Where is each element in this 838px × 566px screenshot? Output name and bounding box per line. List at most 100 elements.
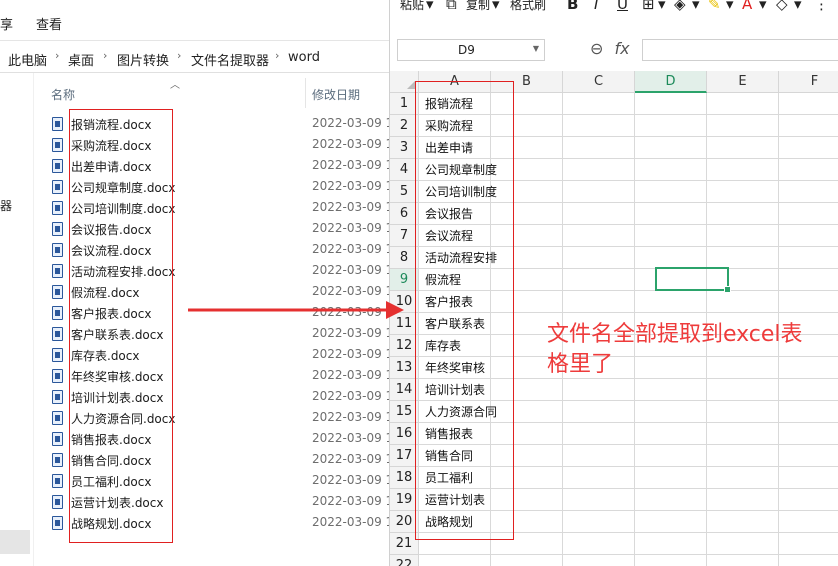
border-icon[interactable]: ⊞ [642,0,655,13]
column-header-e[interactable]: E [707,71,779,93]
paste-button[interactable]: 粘贴 [400,0,424,13]
breadcrumb-item-desktop[interactable]: 桌面 [68,50,94,69]
word-document-icon [52,180,63,194]
file-modified-date: 2022-03-09 1 [312,368,390,382]
breadcrumb-item-filename-extractor[interactable]: 文件名提取器 [191,50,269,69]
file-modified-date: 2022-03-09 1 [312,473,390,487]
chevron-right-icon: › [103,49,108,62]
column-header-c[interactable]: C [563,71,635,93]
file-modified-date: 2022-03-09 1 [312,431,390,445]
font-color-icon[interactable]: A [742,0,752,13]
file-modified-date: 2022-03-09 1 [312,179,390,193]
chevron-right-icon: › [275,49,280,62]
format-painter-button[interactable]: 格式刷 [510,0,546,13]
word-document-icon [52,348,63,362]
word-document-icon [52,390,63,404]
highlight-color-icon[interactable]: ✎ [708,0,721,13]
file-modified-date: 2022-03-09 1 [312,410,390,424]
copy-button[interactable]: 复制 [466,0,490,13]
file-modified-date: 2022-03-09 1 [312,242,390,256]
chevron-down-icon[interactable]: ▾ [692,0,700,13]
chevron-down-icon[interactable]: ▾ [426,0,434,13]
eraser-icon[interactable]: ◇ [776,0,788,13]
formula-input[interactable] [642,39,838,61]
word-document-icon [52,201,63,215]
breadcrumb-item-word[interactable]: word [288,50,320,65]
column-header-name[interactable]: 名称 [51,86,75,103]
annotation-line-2: 格里了 [547,352,614,377]
spreadsheet-toolbar: 粘贴 ▾ ⧉ 复制 ▾ 格式刷 B I U ⊞ ▾ ◈ ▾ ✎ ▾ A ▾ ◇ … [390,0,838,18]
name-box-value: D9 [458,43,475,57]
file-modified-date: 2022-03-09 1 [312,158,390,172]
ribbon-tab-share[interactable]: 享 [0,14,13,33]
ribbon-tab-view[interactable]: 查看 [36,14,62,33]
column-header-d[interactable]: D [635,71,707,93]
file-modified-date: 2022-03-09 1 [312,452,390,466]
word-document-icon [52,264,63,278]
file-modified-date: 2022-03-09 1 [312,389,390,403]
file-modified-date: 2022-03-09 1 [312,347,390,361]
word-document-icon [52,516,63,530]
nav-item-selected[interactable] [0,530,30,554]
word-document-icon [52,306,63,320]
formula-bar: D9 ▼ ⊖ fx [390,34,838,66]
file-modified-date: 2022-03-09 1 [312,263,390,277]
word-document-icon [52,495,63,509]
zoom-icon[interactable]: ⊖ [590,39,603,58]
chevron-down-icon[interactable]: ▾ [492,0,500,13]
column-header-f[interactable]: F [779,71,838,93]
word-document-icon [52,474,63,488]
word-document-icon [52,411,63,425]
file-modified-date: 2022-03-09 1 [312,116,390,130]
word-document-icon [52,327,63,341]
selected-cell-d9[interactable] [655,267,731,293]
column-header-modified[interactable]: 修改日期 [312,86,360,103]
file-modified-date: 2022-03-09 1 [312,221,390,235]
fill-color-icon[interactable]: ◈ [674,0,686,13]
breadcrumb: 此电脑 › 桌面 › 图片转换 › 文件名提取器 › word [0,42,390,73]
breadcrumb-item-this-pc[interactable]: 此电脑 [8,50,47,69]
copy-icon[interactable]: ⧉ [446,0,457,13]
word-document-icon [52,159,63,173]
explorer-ribbon: 享 查看 [0,0,390,41]
name-box[interactable]: D9 ▼ [397,39,545,61]
highlight-box-filenames [69,109,173,543]
chevron-down-icon[interactable]: ▾ [759,0,767,13]
breadcrumb-item-image-convert[interactable]: 图片转换 [117,50,169,69]
row-header[interactable]: 22 [390,555,419,566]
chevron-down-icon[interactable]: ▼ [533,44,539,53]
word-document-icon [52,432,63,446]
file-explorer-window: 享 查看 此电脑 › 桌面 › 图片转换 › 文件名提取器 › word 器 ︿… [0,0,390,566]
navigation-pane: 器 [0,73,34,566]
chevron-down-icon[interactable]: ▾ [726,0,734,13]
fx-button[interactable]: fx [615,39,630,58]
nav-item-fragment[interactable]: 器 [0,197,12,214]
word-document-icon [52,117,63,131]
word-document-icon [52,222,63,236]
word-document-icon [52,138,63,152]
word-document-icon [52,285,63,299]
file-modified-date: 2022-03-09 1 [312,137,390,151]
underline-button[interactable]: U [617,0,628,13]
annotation-line-1: 文件名全部提取到excel表 [547,322,803,347]
file-modified-date: 2022-03-09 1 [312,284,390,298]
word-document-icon [52,453,63,467]
annotation-text: 文件名全部提取到excel表 格里了 [547,320,837,380]
fx-area: ⊖ fx [590,39,630,58]
chevron-right-icon: › [177,49,182,62]
file-modified-date: 2022-03-09 1 [312,494,390,508]
bold-button[interactable]: B [567,0,578,13]
sort-ascending-icon: ︿ [170,80,180,91]
chevron-down-icon[interactable]: ▾ [794,0,802,13]
chevron-down-icon[interactable]: ▾ [658,0,666,13]
file-modified-date: 2022-03-09 1 [312,515,390,529]
column-divider[interactable] [305,78,306,108]
word-document-icon [52,369,63,383]
file-modified-date: 2022-03-09 1 [312,326,390,340]
word-document-icon [52,243,63,257]
highlight-box-column-a [415,81,514,540]
chevron-right-icon: › [55,49,60,62]
file-modified-date: 2022-03-09 1 [312,200,390,214]
italic-button[interactable]: I [594,0,598,13]
more-icon[interactable]: ⋮ [814,0,829,13]
